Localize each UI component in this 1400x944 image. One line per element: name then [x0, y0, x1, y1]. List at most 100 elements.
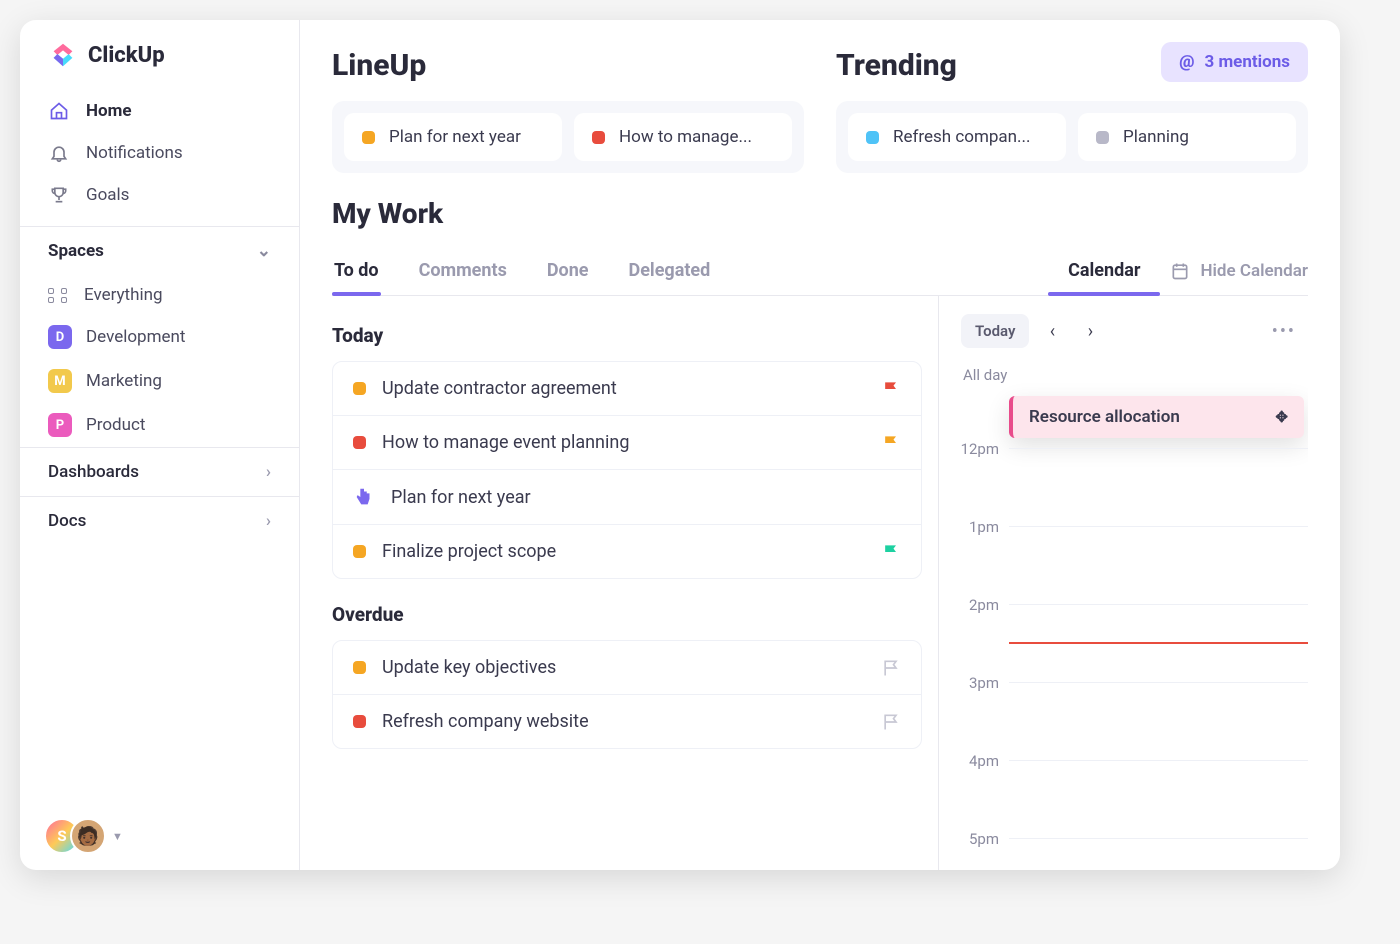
lineup-cards: Plan for next year How to manage... [332, 101, 804, 173]
at-icon: @ [1179, 52, 1194, 72]
more-menu-button[interactable]: ••• [1272, 321, 1304, 342]
task-title: Finalize project scope [382, 541, 865, 562]
mentions-count: 3 mentions [1204, 52, 1290, 72]
hour-line[interactable] [1009, 838, 1308, 870]
tab-calendar[interactable]: Calendar [1066, 246, 1142, 295]
calendar-event[interactable]: Resource allocation ✥ [1009, 396, 1304, 438]
everything-label: Everything [84, 285, 163, 305]
lineup-card[interactable]: How to manage... [574, 113, 792, 161]
allday-label: All day [957, 362, 1308, 396]
time-row: 1pm [957, 526, 1308, 604]
card-label: How to manage... [619, 127, 752, 147]
hour-label: 4pm [957, 752, 1009, 770]
sidebar-space-product[interactable]: P Product [20, 403, 299, 447]
nav-notifications[interactable]: Notifications [34, 132, 285, 174]
time-row: 5pm [957, 838, 1308, 870]
task-title: How to manage event planning [382, 432, 865, 453]
card-label: Planning [1123, 127, 1189, 147]
task-title: Update contractor agreement [382, 378, 865, 399]
nav-label: Notifications [86, 143, 183, 163]
prev-day-button[interactable]: ‹ [1037, 316, 1067, 346]
next-day-button[interactable]: › [1075, 316, 1105, 346]
task-row[interactable]: Finalize project scope [333, 525, 921, 578]
hour-line[interactable] [1009, 760, 1308, 838]
flag-icon [881, 712, 901, 732]
avatar-photo: 🧑🏾 [70, 818, 106, 854]
brand-logo[interactable]: ClickUp [20, 20, 299, 86]
user-avatars[interactable]: S 🧑🏾 ▼ [20, 802, 299, 870]
calendar-panel: Today ‹ › ••• All day Resource allocatio… [938, 296, 1308, 870]
hour-label: 3pm [957, 674, 1009, 692]
today-button[interactable]: Today [961, 314, 1029, 348]
brand-name: ClickUp [88, 43, 165, 68]
lineup-card[interactable]: Plan for next year [344, 113, 562, 161]
space-badge: P [48, 413, 72, 437]
dots-grid-icon [48, 288, 70, 303]
task-row[interactable]: Plan for next year [333, 470, 921, 525]
status-dot [353, 545, 366, 558]
sidebar-dashboards[interactable]: Dashboards › [20, 447, 299, 496]
docs-label: Docs [48, 511, 86, 531]
space-label: Marketing [86, 371, 162, 391]
space-label: Product [86, 415, 145, 435]
tabs-right: Calendar Hide Calendar [1066, 246, 1308, 295]
sidebar-docs[interactable]: Docs › [20, 496, 299, 545]
task-row[interactable]: How to manage event planning [333, 416, 921, 470]
hour-line[interactable] [1009, 526, 1308, 604]
avatar-stack: S 🧑🏾 [44, 818, 106, 854]
sidebar-space-marketing[interactable]: M Marketing [20, 359, 299, 403]
spaces-header[interactable]: Spaces ⌄ [20, 226, 299, 275]
task-title: Refresh company website [382, 711, 865, 732]
sidebar-space-development[interactable]: D Development [20, 315, 299, 359]
nav-home[interactable]: Home [34, 90, 285, 132]
status-dot [353, 715, 366, 728]
space-label: Development [86, 327, 185, 347]
hide-calendar-button[interactable]: Hide Calendar [1170, 261, 1308, 281]
task-row[interactable]: Update contractor agreement [333, 362, 921, 416]
move-icon: ✥ [1275, 408, 1288, 426]
top-panels: @ 3 mentions LineUp Plan for next year H… [332, 48, 1308, 173]
tabs-left: To do Comments Done Delegated [332, 246, 712, 295]
chevron-right-icon: › [266, 462, 271, 482]
status-dot [353, 436, 366, 449]
status-dot [353, 382, 366, 395]
trending-cards: Refresh compan... Planning [836, 101, 1308, 173]
tab-done[interactable]: Done [545, 246, 591, 295]
today-task-list: Update contractor agreement How to manag… [332, 361, 922, 579]
hour-label: 12pm [957, 440, 1009, 458]
flag-icon [881, 433, 901, 453]
space-badge: D [48, 325, 72, 349]
hour-label: 1pm [957, 518, 1009, 536]
hour-line[interactable] [1009, 448, 1308, 526]
task-row[interactable]: Update key objectives [333, 641, 921, 695]
time-grid: 12pm 1pm 2pm 3pm 4pm 5pm [957, 448, 1308, 870]
sidebar: ClickUp Home Notifications Goals Spaces … [20, 20, 300, 870]
hour-line[interactable] [1009, 682, 1308, 760]
status-dot [362, 131, 375, 144]
status-dot [592, 131, 605, 144]
app-shell: ClickUp Home Notifications Goals Spaces … [20, 20, 1340, 870]
card-label: Plan for next year [389, 127, 521, 147]
sidebar-everything[interactable]: Everything [20, 275, 299, 315]
tab-delegated[interactable]: Delegated [627, 246, 713, 295]
tab-todo[interactable]: To do [332, 246, 381, 295]
status-dot [353, 661, 366, 674]
overdue-task-list: Update key objectives Refresh company we… [332, 640, 922, 749]
mentions-button[interactable]: @ 3 mentions [1161, 42, 1308, 82]
status-dot [1096, 131, 1109, 144]
flag-icon [881, 658, 901, 678]
time-row: 4pm [957, 760, 1308, 838]
time-row: 3pm [957, 682, 1308, 760]
trending-card[interactable]: Refresh compan... [848, 113, 1066, 161]
nav-label: Goals [86, 185, 129, 205]
caret-down-icon: ▼ [112, 830, 123, 843]
home-icon [48, 100, 70, 122]
status-dot [866, 131, 879, 144]
task-row[interactable]: Refresh company website [333, 695, 921, 748]
time-row: 12pm [957, 448, 1308, 526]
nav-goals[interactable]: Goals [34, 174, 285, 216]
trending-card[interactable]: Planning [1078, 113, 1296, 161]
tab-comments[interactable]: Comments [417, 246, 509, 295]
mywork-title: My Work [332, 197, 1308, 230]
hour-label: 2pm [957, 596, 1009, 614]
